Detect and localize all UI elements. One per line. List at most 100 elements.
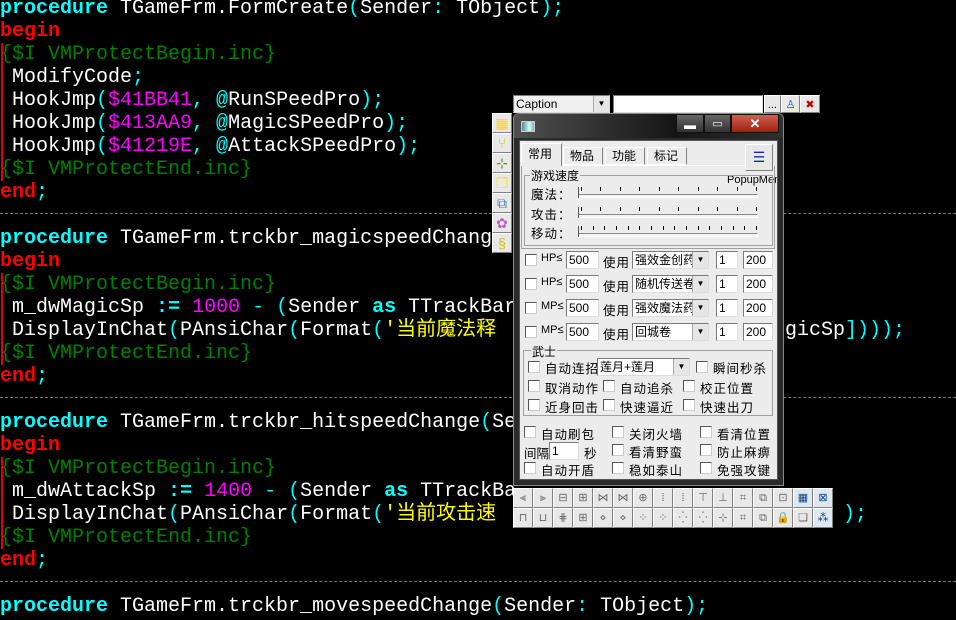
delay-input[interactable]: 200 — [743, 251, 773, 269]
space-remove-v-icon[interactable]: ⁘ — [653, 508, 673, 528]
misc-option-checkbox[interactable] — [612, 426, 624, 438]
count-input[interactable]: 1 — [716, 299, 738, 317]
select-frame-icon[interactable]: ⊠ — [813, 488, 833, 508]
center-in-window-v-icon[interactable]: ⊞ — [573, 508, 593, 528]
chevron-down-icon[interactable]: ▼ — [692, 276, 708, 292]
maximize-button[interactable]: ▭ — [704, 114, 731, 133]
potion-enable-checkbox[interactable] — [525, 254, 537, 266]
potion-enable-checkbox[interactable] — [525, 302, 537, 314]
minimize-button[interactable]: ▬ — [676, 114, 704, 133]
lock-controls-icon[interactable]: 🔒 — [773, 508, 793, 528]
space-equal-v-icon[interactable]: ⁞ — [653, 488, 673, 508]
tab-3[interactable]: 标记 — [647, 147, 687, 165]
delay-input[interactable]: 200 — [743, 323, 773, 341]
misc-option-checkbox[interactable] — [700, 444, 712, 456]
select-grid-icon[interactable]: ▦ — [492, 113, 512, 133]
copy-icon[interactable]: ❏ — [793, 508, 813, 528]
count-input[interactable]: 1 — [716, 323, 738, 341]
item-select[interactable]: 强效魔法药 ▼ — [632, 299, 709, 317]
combo-skill-select[interactable]: 莲月+莲月 ▼ — [597, 358, 690, 376]
delay-input[interactable]: 200 — [743, 299, 773, 317]
misc-option-checkbox[interactable] — [612, 444, 624, 456]
threshold-input[interactable]: 500 — [566, 299, 599, 317]
align-width-icon[interactable]: ⊓ — [513, 508, 533, 528]
misc-option-checkbox[interactable] — [524, 462, 536, 474]
space-dec-h-icon[interactable]: ⋄ — [593, 508, 613, 528]
scale-icon[interactable]: ⌗ — [733, 508, 753, 528]
threshold-input[interactable]: 500 — [566, 323, 599, 341]
align-top-icon[interactable]: ⊤ — [693, 488, 713, 508]
warrior-option-checkbox[interactable] — [683, 380, 695, 392]
warrior-option-checkbox[interactable] — [528, 399, 540, 411]
align-right-icon[interactable]: ⫸ — [533, 488, 553, 508]
diagram-icon[interactable]: ⊹ — [492, 153, 512, 173]
space-equal-h-icon[interactable]: ⋈ — [593, 488, 613, 508]
speed-trackbar[interactable] — [578, 233, 758, 237]
space-inc-h-icon[interactable]: ⋈ — [613, 488, 633, 508]
chevron-down-icon[interactable]: ▼ — [692, 252, 708, 268]
center-in-window-icon[interactable]: ⌗ — [733, 488, 753, 508]
component-link-icon[interactable]: ⑂ — [492, 133, 512, 153]
tab-1[interactable]: 物品 — [563, 147, 603, 165]
auto-combo-checkbox[interactable] — [528, 361, 540, 373]
item-select[interactable]: 强效金创药 ▼ — [632, 251, 709, 269]
warrior-option-checkbox[interactable] — [603, 399, 615, 411]
grid-icon[interactable]: ▦ — [793, 488, 813, 508]
window-stack-icon[interactable]: ❐ — [492, 173, 512, 193]
delete-user-icon[interactable]: ✖ — [800, 95, 820, 113]
item-select[interactable]: 随机传送卷 ▼ — [632, 275, 709, 293]
potion-enable-checkbox[interactable] — [525, 326, 537, 338]
tab-0[interactable]: 常用 — [521, 143, 562, 166]
threshold-input[interactable]: 500 — [566, 251, 599, 269]
align-center-h-icon[interactable]: ⊟ — [553, 488, 573, 508]
form-tabs-icon[interactable]: ⧉ — [492, 193, 512, 213]
align-bottom-icon[interactable]: ⊥ — [713, 488, 733, 508]
align-center-v-icon[interactable]: ⊕ — [633, 488, 653, 508]
misc-option-checkbox[interactable] — [700, 462, 712, 474]
script-icon[interactable]: § — [492, 233, 512, 253]
popup-menu-icon[interactable]: ☰ — [745, 144, 773, 171]
threshold-input[interactable]: 500 — [566, 275, 599, 293]
instant-kill-checkbox[interactable] — [696, 361, 708, 373]
count-input[interactable]: 1 — [716, 251, 738, 269]
grow-icon[interactable]: ⁛ — [673, 508, 693, 528]
space-inc-v-icon[interactable]: ⁞ — [673, 488, 693, 508]
align-left-icon[interactable]: ⫷ — [513, 488, 533, 508]
data-module-icon[interactable]: ✿ — [492, 213, 512, 233]
item-select[interactable]: 回城卷 ▼ — [632, 323, 709, 341]
send-to-back-icon[interactable]: ⧉ — [753, 508, 773, 528]
space-remove-h-icon[interactable]: ⋄ — [613, 508, 633, 528]
property-combo[interactable]: Caption ▼ — [513, 95, 610, 113]
misc-option-checkbox[interactable] — [524, 426, 536, 438]
bring-to-front-icon[interactable]: ⧉ — [753, 488, 773, 508]
center-in-window-h-icon[interactable]: ⊞ — [573, 488, 593, 508]
chevron-down-icon[interactable]: ▼ — [692, 324, 708, 340]
misc-option-checkbox[interactable] — [612, 462, 624, 474]
chevron-down-icon[interactable]: ▼ — [692, 300, 708, 316]
warrior-option-checkbox[interactable] — [528, 380, 540, 392]
trackbar-tick — [678, 206, 680, 211]
tab-2[interactable]: 功能 — [605, 147, 645, 165]
close-button[interactable]: ✕ — [731, 114, 779, 133]
user-icon[interactable]: ♙ — [781, 95, 800, 113]
delay-input[interactable]: 200 — [743, 275, 773, 293]
warrior-option-checkbox[interactable] — [603, 380, 615, 392]
size-icon[interactable]: ⊹ — [713, 508, 733, 528]
align-height-icon[interactable]: ⊔ — [533, 508, 553, 528]
shrink-icon[interactable]: ⁛ — [693, 508, 713, 528]
ellipsis-button[interactable]: ... — [764, 95, 781, 113]
chevron-down-icon[interactable]: ▼ — [673, 359, 689, 375]
align-middle-icon[interactable]: ⋕ — [553, 508, 573, 528]
tab-order-icon[interactable]: ⁂ — [813, 508, 833, 528]
speed-trackbar[interactable] — [578, 194, 758, 198]
count-input[interactable]: 1 — [716, 275, 738, 293]
speed-trackbar[interactable] — [578, 213, 758, 218]
potion-enable-checkbox[interactable] — [525, 278, 537, 290]
chevron-down-icon[interactable]: ▼ — [593, 96, 609, 112]
size-to-grid-icon[interactable]: ⊡ — [773, 488, 793, 508]
misc-option-checkbox[interactable] — [700, 426, 712, 438]
property-value-input[interactable] — [613, 95, 763, 113]
warrior-option-checkbox[interactable] — [683, 399, 695, 411]
interval-input[interactable]: 1 — [549, 442, 579, 460]
space-dec-v-icon[interactable]: ⁘ — [633, 508, 653, 528]
